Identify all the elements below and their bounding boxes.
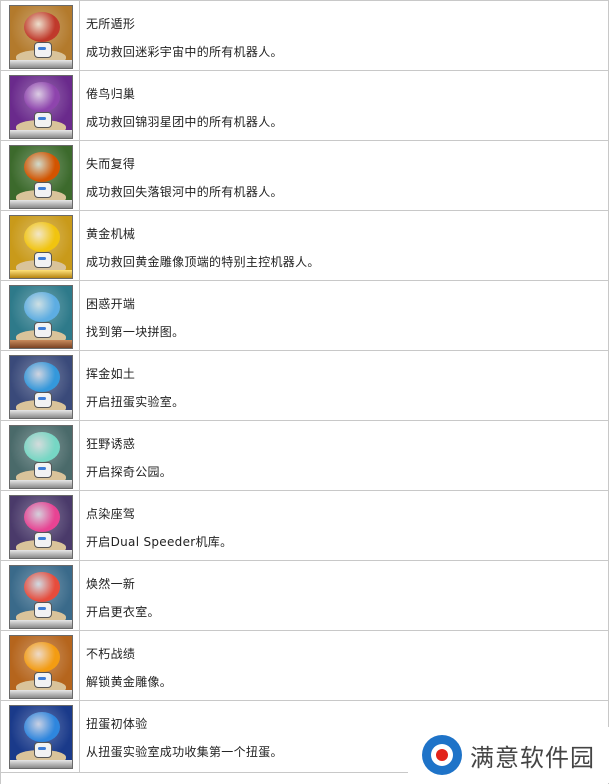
trophy-description: 开启探奇公园。 xyxy=(86,465,173,479)
gacha-lab-icon xyxy=(9,355,73,419)
trophy-name: 不朽战绩 xyxy=(86,647,136,661)
trophy-table: 无所遁形成功救回迷彩宇宙中的所有机器人。 倦鸟归巢成功救回锦羽星团中的所有机器人。… xyxy=(0,0,609,784)
trophy-icon-cell xyxy=(1,701,80,772)
trophy-name: 挥金如土 xyxy=(86,367,136,381)
watermark: 满意软件园 xyxy=(408,727,609,783)
trophy-text-cell: 倦鸟归巢成功救回锦羽星团中的所有机器人。 xyxy=(80,71,608,140)
trophy-name: 失而复得 xyxy=(86,157,136,171)
trophy-row: 挥金如土开启扭蛋实验室。 xyxy=(1,351,608,421)
trophy-icon-cell xyxy=(1,71,80,140)
watermark-logo-icon xyxy=(422,735,462,775)
playstation-capsule-icon xyxy=(9,705,73,769)
trophy-description: 成功救回失落银河中的所有机器人。 xyxy=(86,185,283,199)
trophy-icon-cell xyxy=(1,491,80,560)
trophy-name: 扭蛋初体验 xyxy=(86,717,148,731)
trophy-name: 狂野诱惑 xyxy=(86,437,136,451)
trophy-description: 开启Dual Speeder机库。 xyxy=(86,535,233,549)
trophy-description: 开启更衣室。 xyxy=(86,605,160,619)
gold-robot-icon xyxy=(9,635,73,699)
trophy-row: 焕然一新开启更衣室。 xyxy=(1,561,608,631)
trophy-description: 成功救回黄金雕像顶端的特别主控机器人。 xyxy=(86,255,320,269)
trophy-description: 找到第一块拼图。 xyxy=(86,325,185,339)
trophy-icon-cell xyxy=(1,561,80,630)
trophy-row: 狂野诱惑开启探奇公园。 xyxy=(1,421,608,491)
galaxy-swirl-icon xyxy=(9,145,73,209)
trophy-name: 倦鸟归巢 xyxy=(86,87,136,101)
trophy-icon-cell xyxy=(1,211,80,280)
trophy-row: 点染座驾开启Dual Speeder机库。 xyxy=(1,491,608,561)
trophy-text-cell: 点染座驾开启Dual Speeder机库。 xyxy=(80,491,608,560)
trophy-name: 点染座驾 xyxy=(86,507,136,521)
trophy-name: 困惑开端 xyxy=(86,297,136,311)
trophy-icon-cell xyxy=(1,351,80,420)
trophy-row: 黄金机械成功救回黄金雕像顶端的特别主控机器人。 xyxy=(1,211,608,281)
trophy-text-cell: 无所遁形成功救回迷彩宇宙中的所有机器人。 xyxy=(80,1,608,70)
trophy-text-cell: 不朽战绩解锁黄金雕像。 xyxy=(80,631,608,700)
trophy-row: 无所遁形成功救回迷彩宇宙中的所有机器人。 xyxy=(1,1,608,71)
trophy-row: 倦鸟归巢成功救回锦羽星团中的所有机器人。 xyxy=(1,71,608,141)
trophy-text-cell: 困惑开端找到第一块拼图。 xyxy=(80,281,608,350)
trophy-description: 开启扭蛋实验室。 xyxy=(86,395,185,409)
trophy-name: 黄金机械 xyxy=(86,227,136,241)
speeder-garage-icon xyxy=(9,495,73,559)
trophy-icon-cell xyxy=(1,281,80,350)
galaxy-swirl-icon xyxy=(9,75,73,139)
trophy-text-cell: 失而复得成功救回失落银河中的所有机器人。 xyxy=(80,141,608,210)
gold-statue-icon xyxy=(9,215,73,279)
trophy-row: 不朽战绩解锁黄金雕像。 xyxy=(1,631,608,701)
trophy-text-cell: 挥金如土开启扭蛋实验室。 xyxy=(80,351,608,420)
elephant-park-icon xyxy=(9,425,73,489)
puzzle-piece-icon xyxy=(9,285,73,349)
trophy-row: 失而复得成功救回失落银河中的所有机器人。 xyxy=(1,141,608,211)
trophy-icon-cell xyxy=(1,421,80,490)
trophy-description: 成功救回迷彩宇宙中的所有机器人。 xyxy=(86,45,283,59)
trophy-row: 困惑开端找到第一块拼图。 xyxy=(1,281,608,351)
trophy-icon-cell xyxy=(1,141,80,210)
dressing-room-icon xyxy=(9,565,73,629)
trophy-name: 无所遁形 xyxy=(86,17,136,31)
trophy-text-cell: 焕然一新开启更衣室。 xyxy=(80,561,608,630)
trophy-text-cell: 狂野诱惑开启探奇公园。 xyxy=(80,421,608,490)
galaxy-swirl-icon xyxy=(9,5,73,69)
trophy-description: 解锁黄金雕像。 xyxy=(86,675,173,689)
trophy-name: 焕然一新 xyxy=(86,577,136,591)
trophy-description: 从扭蛋实验室成功收集第一个扭蛋。 xyxy=(86,745,283,759)
trophy-text-cell: 黄金机械成功救回黄金雕像顶端的特别主控机器人。 xyxy=(80,211,608,280)
trophy-icon-cell xyxy=(1,1,80,70)
watermark-text: 满意软件园 xyxy=(470,743,595,772)
trophy-description: 成功救回锦羽星团中的所有机器人。 xyxy=(86,115,283,129)
trophy-icon-cell xyxy=(1,631,80,700)
